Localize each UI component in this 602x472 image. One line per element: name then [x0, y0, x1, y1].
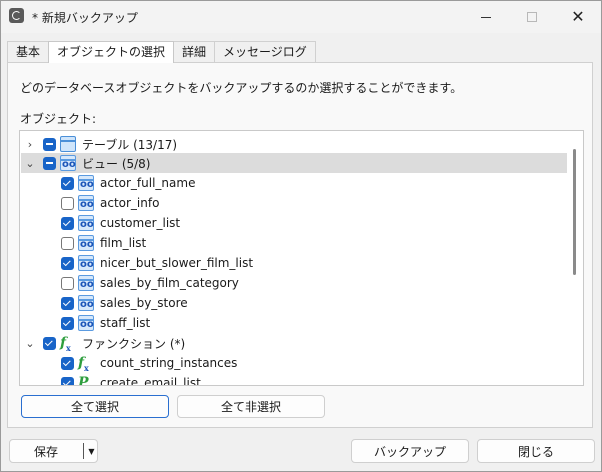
tree-item-view[interactable]: sales_by_film_category [21, 273, 567, 293]
item-checkbox[interactable] [61, 296, 74, 310]
tree-item-label: create_email_list [100, 376, 201, 386]
view-icon [78, 195, 94, 211]
object-tree[interactable]: › テーブル (13/17) ⌄ ビュー (5/8) actor_full_na… [19, 130, 584, 386]
view-icon [78, 215, 94, 231]
tree-node-label: ビュー (5/8) [82, 156, 151, 171]
tree-item-label: customer_list [100, 216, 181, 230]
tree-item-view[interactable]: actor_info [21, 193, 567, 213]
function-icon: fx [60, 335, 71, 353]
save-button[interactable]: 保存 [10, 440, 82, 462]
tree-item-view[interactable]: nicer_but_slower_film_list [21, 253, 567, 273]
chevron-down-icon[interactable]: ⌄ [23, 337, 37, 350]
item-checkbox[interactable] [61, 196, 74, 210]
view-icon [78, 235, 94, 251]
tree-item-view[interactable]: actor_full_name [21, 173, 567, 193]
view-icon [60, 155, 76, 171]
save-split-button[interactable]: 保存 ▼ [9, 439, 98, 463]
triangle-down-icon: ▼ [88, 446, 95, 456]
backup-button[interactable]: バックアップ [351, 439, 469, 463]
minimize-icon [481, 16, 491, 18]
window-title: * 新規バックアップ [32, 11, 138, 25]
item-checkbox[interactable] [61, 276, 74, 290]
item-checkbox[interactable] [61, 236, 74, 250]
backup-restore-icon [9, 8, 24, 23]
views-checkbox[interactable] [43, 156, 56, 170]
table-icon [60, 136, 76, 152]
objects-label: オブジェクト: [20, 112, 97, 126]
functions-checkbox[interactable] [43, 336, 56, 350]
tab-bar: 基本 オブジェクトの選択 詳細 メッセージログ [7, 41, 316, 63]
item-checkbox[interactable] [61, 256, 74, 270]
tree-item-label: nicer_but_slower_film_list [100, 256, 254, 270]
close-window-button[interactable]: ✕ [555, 1, 601, 33]
tree-item-view[interactable]: customer_list [21, 213, 567, 233]
maximize-icon [527, 12, 537, 22]
tab-object-selection[interactable]: オブジェクトの選択 [48, 41, 175, 63]
maximize-button[interactable] [509, 1, 555, 33]
backup-dialog: * 新規バックアップ ✕ 基本 オブジェクトの選択 詳細 メッセージログ どのデ… [0, 0, 602, 472]
tab-general[interactable]: 基本 [7, 41, 50, 62]
tree-item-procedure[interactable]: P create_email_list [21, 373, 567, 386]
save-dropdown-button[interactable]: ▼ [85, 440, 98, 462]
title-bar: * 新規バックアップ ✕ [1, 1, 601, 33]
tree-node-label: テーブル (13/17) [82, 137, 178, 152]
tab-advanced[interactable]: 詳細 [173, 41, 216, 62]
tree-node-tables[interactable]: › テーブル (13/17) [21, 134, 567, 154]
split-divider [83, 443, 84, 459]
tree-item-view[interactable]: staff_list [21, 313, 567, 333]
description-text: どのデータベースオブジェクトをバックアップするのか選択することができます。 [20, 81, 463, 95]
item-checkbox[interactable] [61, 376, 74, 385]
tree-item-view[interactable]: film_list [21, 233, 567, 253]
close-icon: ✕ [571, 7, 585, 26]
tree-item-function[interactable]: fx count_string_instances [21, 353, 567, 373]
view-icon [78, 275, 94, 291]
tables-checkbox[interactable] [43, 137, 56, 151]
function-icon: fx [78, 355, 89, 373]
tree-item-label: film_list [100, 236, 147, 250]
deselect-all-button[interactable]: 全て非選択 [177, 395, 325, 418]
item-checkbox[interactable] [61, 316, 74, 330]
tree-item-label: count_string_instances [100, 356, 238, 370]
view-icon [78, 175, 94, 191]
tree-item-label: actor_full_name [100, 176, 196, 190]
tree-item-label: actor_info [100, 196, 160, 210]
minimize-button[interactable] [463, 1, 509, 33]
view-icon [78, 255, 94, 271]
item-checkbox[interactable] [61, 216, 74, 230]
item-checkbox[interactable] [61, 356, 74, 370]
tab-message-log[interactable]: メッセージログ [214, 41, 316, 62]
tree-node-label: ファンクション (*) [82, 336, 186, 351]
select-all-button[interactable]: 全て選択 [21, 395, 169, 418]
tree-node-views[interactable]: ⌄ ビュー (5/8) [21, 153, 567, 173]
tree-item-view[interactable]: sales_by_store [21, 293, 567, 313]
tree-scrollbar-thumb[interactable] [573, 149, 576, 275]
tree-item-label: staff_list [100, 316, 151, 330]
procedure-icon: P [78, 375, 89, 386]
tree-item-label: sales_by_store [100, 296, 188, 310]
tree-node-functions[interactable]: ⌄ fx ファンクション (*) [21, 333, 567, 353]
view-icon [78, 315, 94, 331]
chevron-down-icon[interactable]: ⌄ [23, 157, 37, 170]
close-button[interactable]: 閉じる [477, 439, 595, 463]
item-checkbox[interactable] [61, 176, 74, 190]
view-icon [78, 295, 94, 311]
tree-item-label: sales_by_film_category [100, 276, 239, 290]
chevron-right-icon[interactable]: › [23, 138, 37, 151]
